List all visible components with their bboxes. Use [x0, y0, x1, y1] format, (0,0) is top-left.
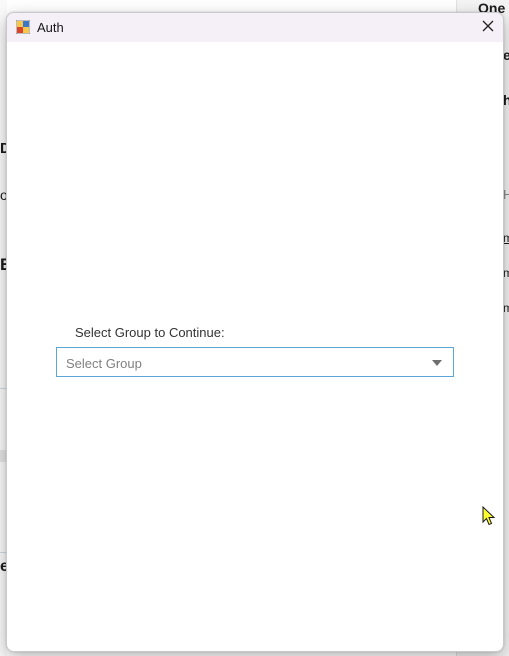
- select-group-label: Select Group to Continue:: [75, 325, 225, 340]
- group-select-dropdown[interactable]: Select Group: [56, 347, 454, 377]
- dialog-titlebar[interactable]: Auth: [7, 13, 503, 42]
- close-icon: [482, 19, 494, 37]
- close-button[interactable]: [473, 13, 503, 42]
- group-select-value: Select Group: [66, 356, 142, 371]
- mouse-cursor-icon: [482, 505, 496, 526]
- dialog-title: Auth: [37, 20, 64, 35]
- chevron-down-icon: [432, 360, 442, 366]
- auth-dialog: Auth Select Group to Continue: Select Gr…: [6, 12, 504, 652]
- dialog-content: Select Group to Continue: Select Group: [7, 42, 503, 651]
- app-icon: [15, 19, 31, 35]
